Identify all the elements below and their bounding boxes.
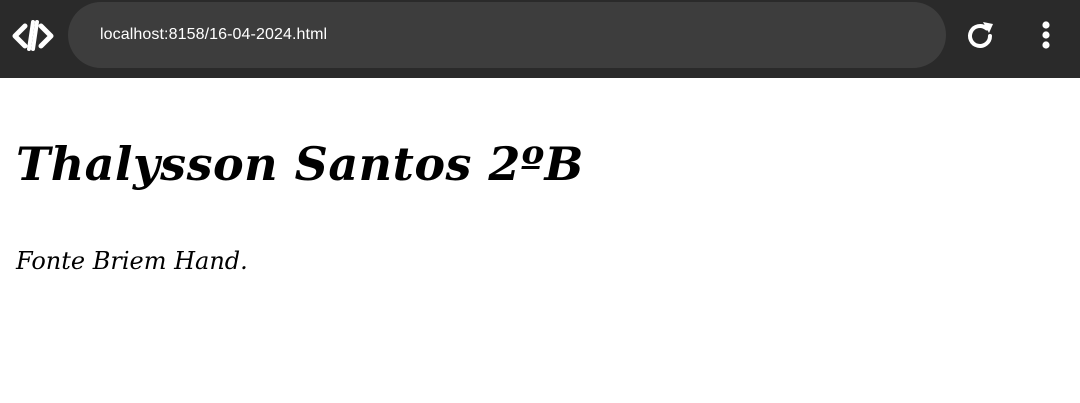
kebab-menu-icon[interactable] <box>1036 18 1056 54</box>
address-bar[interactable]: localhost:8158/16-04-2024.html <box>68 2 946 68</box>
browser-toolbar: localhost:8158/16-04-2024.html <box>0 0 1080 78</box>
reload-icon[interactable] <box>962 18 998 54</box>
page-heading: Thalysson Santos 2ºB <box>16 137 584 191</box>
url-text[interactable]: localhost:8158/16-04-2024.html <box>100 2 327 68</box>
page-content: Thalysson Santos 2ºB Fonte Briem Hand. <box>0 78 1080 403</box>
code-brackets-icon <box>12 17 54 55</box>
page-paragraph: Fonte Briem Hand. <box>16 247 248 275</box>
